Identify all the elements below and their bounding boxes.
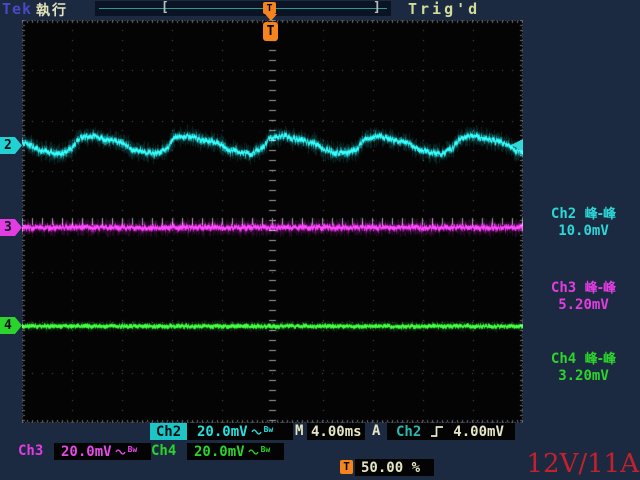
- trigger-position-t-icon: T: [340, 460, 353, 474]
- measurement-value: 5.20mV: [527, 297, 640, 313]
- ch2-readout-badge: Ch2: [150, 423, 187, 440]
- trigger-prefix: A: [372, 423, 380, 440]
- run-status: 執行: [36, 0, 68, 20]
- window-right-bracket: ]: [373, 0, 381, 15]
- ch4-scale-value: 20.0mV: [194, 444, 245, 460]
- trigger-position-readout: 50.00 %: [355, 459, 434, 476]
- measurement-value: 3.20mV: [527, 368, 640, 384]
- trigger-position-arrow-icon: [265, 14, 277, 21]
- measurement-label: 峰-峰: [585, 281, 616, 296]
- window-left-bracket: [: [161, 0, 169, 15]
- ch3-scale-value: 20.0mV: [61, 444, 112, 460]
- ch3-position-marker: 3: [0, 219, 22, 236]
- coupling-sine-icon: [251, 427, 262, 437]
- trigger-position-marker-icon: T: [263, 2, 276, 14]
- coupling-sine-icon: [115, 447, 126, 457]
- trigger-source: Ch2: [396, 424, 421, 440]
- ch3-readout-label: Ch3: [18, 443, 43, 460]
- bandwidth-limit-icon: Bw: [261, 446, 271, 454]
- ch4-scale-readout: 20.0mV Bw: [187, 443, 284, 460]
- ch2-scale-value: 20.0mV: [197, 424, 248, 440]
- measurement-channel: Ch4: [551, 351, 576, 367]
- measurement-ch3-pkpk: Ch3 峰-峰 5.20mV: [527, 280, 640, 313]
- measurement-channel: Ch2: [551, 206, 576, 222]
- trigger-position-flag-icon: T: [263, 22, 278, 41]
- tek-logo: Tek: [2, 0, 32, 18]
- trigger-level-arrow-icon: [511, 139, 523, 151]
- ch3-scale-readout: 20.0mV Bw: [54, 443, 151, 460]
- trigger-readout: Ch2 4.00mV: [387, 423, 515, 440]
- oscilloscope-screen: Tek 執行 [ ] T Trig'd T 2 3 4 Ch2 峰-峰 10.0…: [0, 0, 640, 480]
- measurement-ch4-pkpk: Ch4 峰-峰 3.20mV: [527, 351, 640, 384]
- watermark-label: 12V/11A: [521, 449, 639, 479]
- record-length-line: [99, 8, 387, 9]
- measurement-value: 10.0mV: [527, 223, 640, 239]
- ch4-readout-label: Ch4: [151, 443, 176, 460]
- bandwidth-limit-icon: Bw: [128, 446, 138, 454]
- measurement-label: 峰-峰: [585, 352, 616, 367]
- trigger-level-value: 4.00mV: [453, 424, 504, 440]
- timebase-readout: 4.00ms: [307, 423, 365, 440]
- measurement-label: 峰-峰: [585, 207, 616, 222]
- ch2-scale-readout: 20.0mV Bw: [187, 423, 293, 440]
- acquisition-preview-bar: [ ] T: [95, 1, 391, 16]
- ch4-position-marker: 4: [0, 317, 22, 334]
- coupling-sine-icon: [248, 447, 259, 457]
- timebase-prefix: M: [295, 423, 303, 440]
- ch2-position-marker: 2: [0, 137, 22, 154]
- trigger-status: Trig'd: [408, 0, 480, 18]
- graticule-canvas: [22, 20, 523, 423]
- measurement-ch2-pkpk: Ch2 峰-峰 10.0mV: [527, 206, 640, 239]
- bandwidth-limit-icon: Bw: [264, 426, 274, 434]
- measurement-channel: Ch3: [551, 280, 576, 296]
- rising-edge-icon: [430, 425, 444, 438]
